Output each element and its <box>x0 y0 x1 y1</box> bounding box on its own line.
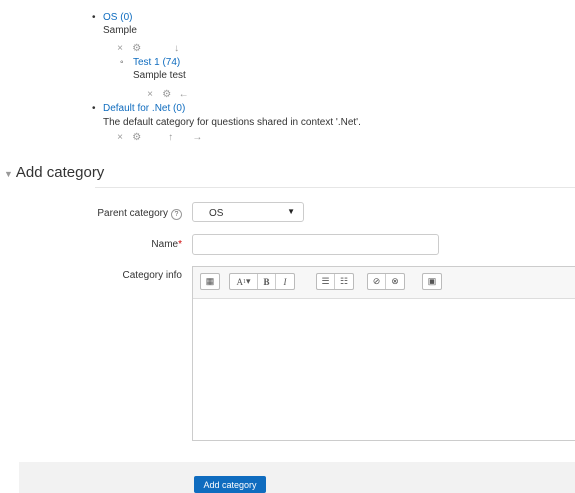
toolbar-group: ▣ <box>422 273 442 290</box>
category-name: Default for .Net <box>103 103 171 114</box>
parent-category-label-row: Parent category? <box>60 208 182 220</box>
category-link-os[interactable]: OS (0) <box>103 12 132 23</box>
editor-toolbar: ▦ A 1 ▾ B I ☰ ☷ ⊘ ⊗ ▣ <box>193 267 575 299</box>
chevron-down-icon: ▼ <box>4 169 13 179</box>
form-footer <box>19 462 575 493</box>
italic-icon[interactable]: I <box>276 274 294 289</box>
parent-category-select[interactable]: OS ▼ <box>192 202 304 222</box>
delete-icon[interactable]: × <box>143 89 157 100</box>
toolbar-group: ▦ <box>200 273 220 290</box>
settings-icon[interactable]: ⚙ <box>130 43 144 54</box>
required-marker: * <box>178 239 182 250</box>
category-actions-test-1: × ⚙ ← <box>143 89 191 100</box>
name-label-row: Name* <box>60 239 182 250</box>
move-down-icon[interactable]: ↓ <box>165 43 189 54</box>
link-icon[interactable]: ⊘ <box>368 274 386 289</box>
category-info-editor: ▦ A 1 ▾ B I ☰ ☷ ⊘ ⊗ ▣ <box>192 266 575 441</box>
category-info-label: Category info <box>122 270 182 281</box>
category-link-default-net[interactable]: Default for .Net (0) <box>103 103 185 114</box>
bullet: • <box>92 103 96 114</box>
move-left-icon[interactable]: ← <box>177 89 191 100</box>
ordered-list-icon[interactable]: ☷ <box>335 274 353 289</box>
question-count: (0) <box>120 12 133 23</box>
unordered-list-icon[interactable]: ☰ <box>317 274 335 289</box>
parent-category-label: Parent category <box>97 208 168 219</box>
delete-icon[interactable]: × <box>113 43 127 54</box>
paragraph-style-icon[interactable]: A 1 ▾ <box>230 274 258 289</box>
settings-icon[interactable]: ⚙ <box>160 89 174 100</box>
move-up-icon[interactable]: ↑ <box>159 132 183 143</box>
name-input[interactable] <box>192 234 439 255</box>
move-right-icon[interactable]: → <box>185 132 209 143</box>
toolbar-group: ⊘ ⊗ <box>367 273 405 290</box>
help-icon[interactable]: ? <box>171 209 182 220</box>
category-name: OS <box>103 12 118 23</box>
category-link-test-1[interactable]: Test 1 (74) <box>133 57 180 68</box>
dropdown-caret-icon: ▼ <box>287 207 295 216</box>
image-icon[interactable]: ▣ <box>423 274 441 289</box>
delete-icon[interactable]: × <box>113 132 127 143</box>
category-name: Test 1 <box>133 57 160 68</box>
question-count: (0) <box>173 103 186 114</box>
unlink-icon[interactable]: ⊗ <box>386 274 404 289</box>
bullet: • <box>92 12 96 23</box>
editor-content-area[interactable] <box>193 299 575 440</box>
toolbar-group: A 1 ▾ B I <box>229 273 295 290</box>
toolbar-group: ☰ ☷ <box>316 273 354 290</box>
category-description: Sample <box>103 25 137 36</box>
question-count: (74) <box>162 57 181 68</box>
settings-icon[interactable]: ⚙ <box>130 132 144 143</box>
category-description: The default category for questions share… <box>103 117 361 128</box>
section-title: Add category <box>15 164 105 181</box>
add-category-button[interactable]: Add category <box>194 476 266 493</box>
bold-icon[interactable]: B <box>258 274 276 289</box>
category-actions-default-net: × ⚙ ↑ → <box>113 132 209 143</box>
divider <box>95 187 575 188</box>
category-description: Sample test <box>133 70 186 81</box>
toolbar-toggle-icon[interactable]: ▦ <box>201 274 219 289</box>
bullet: ◦ <box>120 57 124 68</box>
add-category-section-toggle[interactable]: ▼ Add category <box>4 164 104 181</box>
parent-category-value: OS <box>209 208 224 219</box>
category-actions-os: × ⚙ ↓ <box>113 43 189 54</box>
name-label: Name <box>151 239 179 250</box>
